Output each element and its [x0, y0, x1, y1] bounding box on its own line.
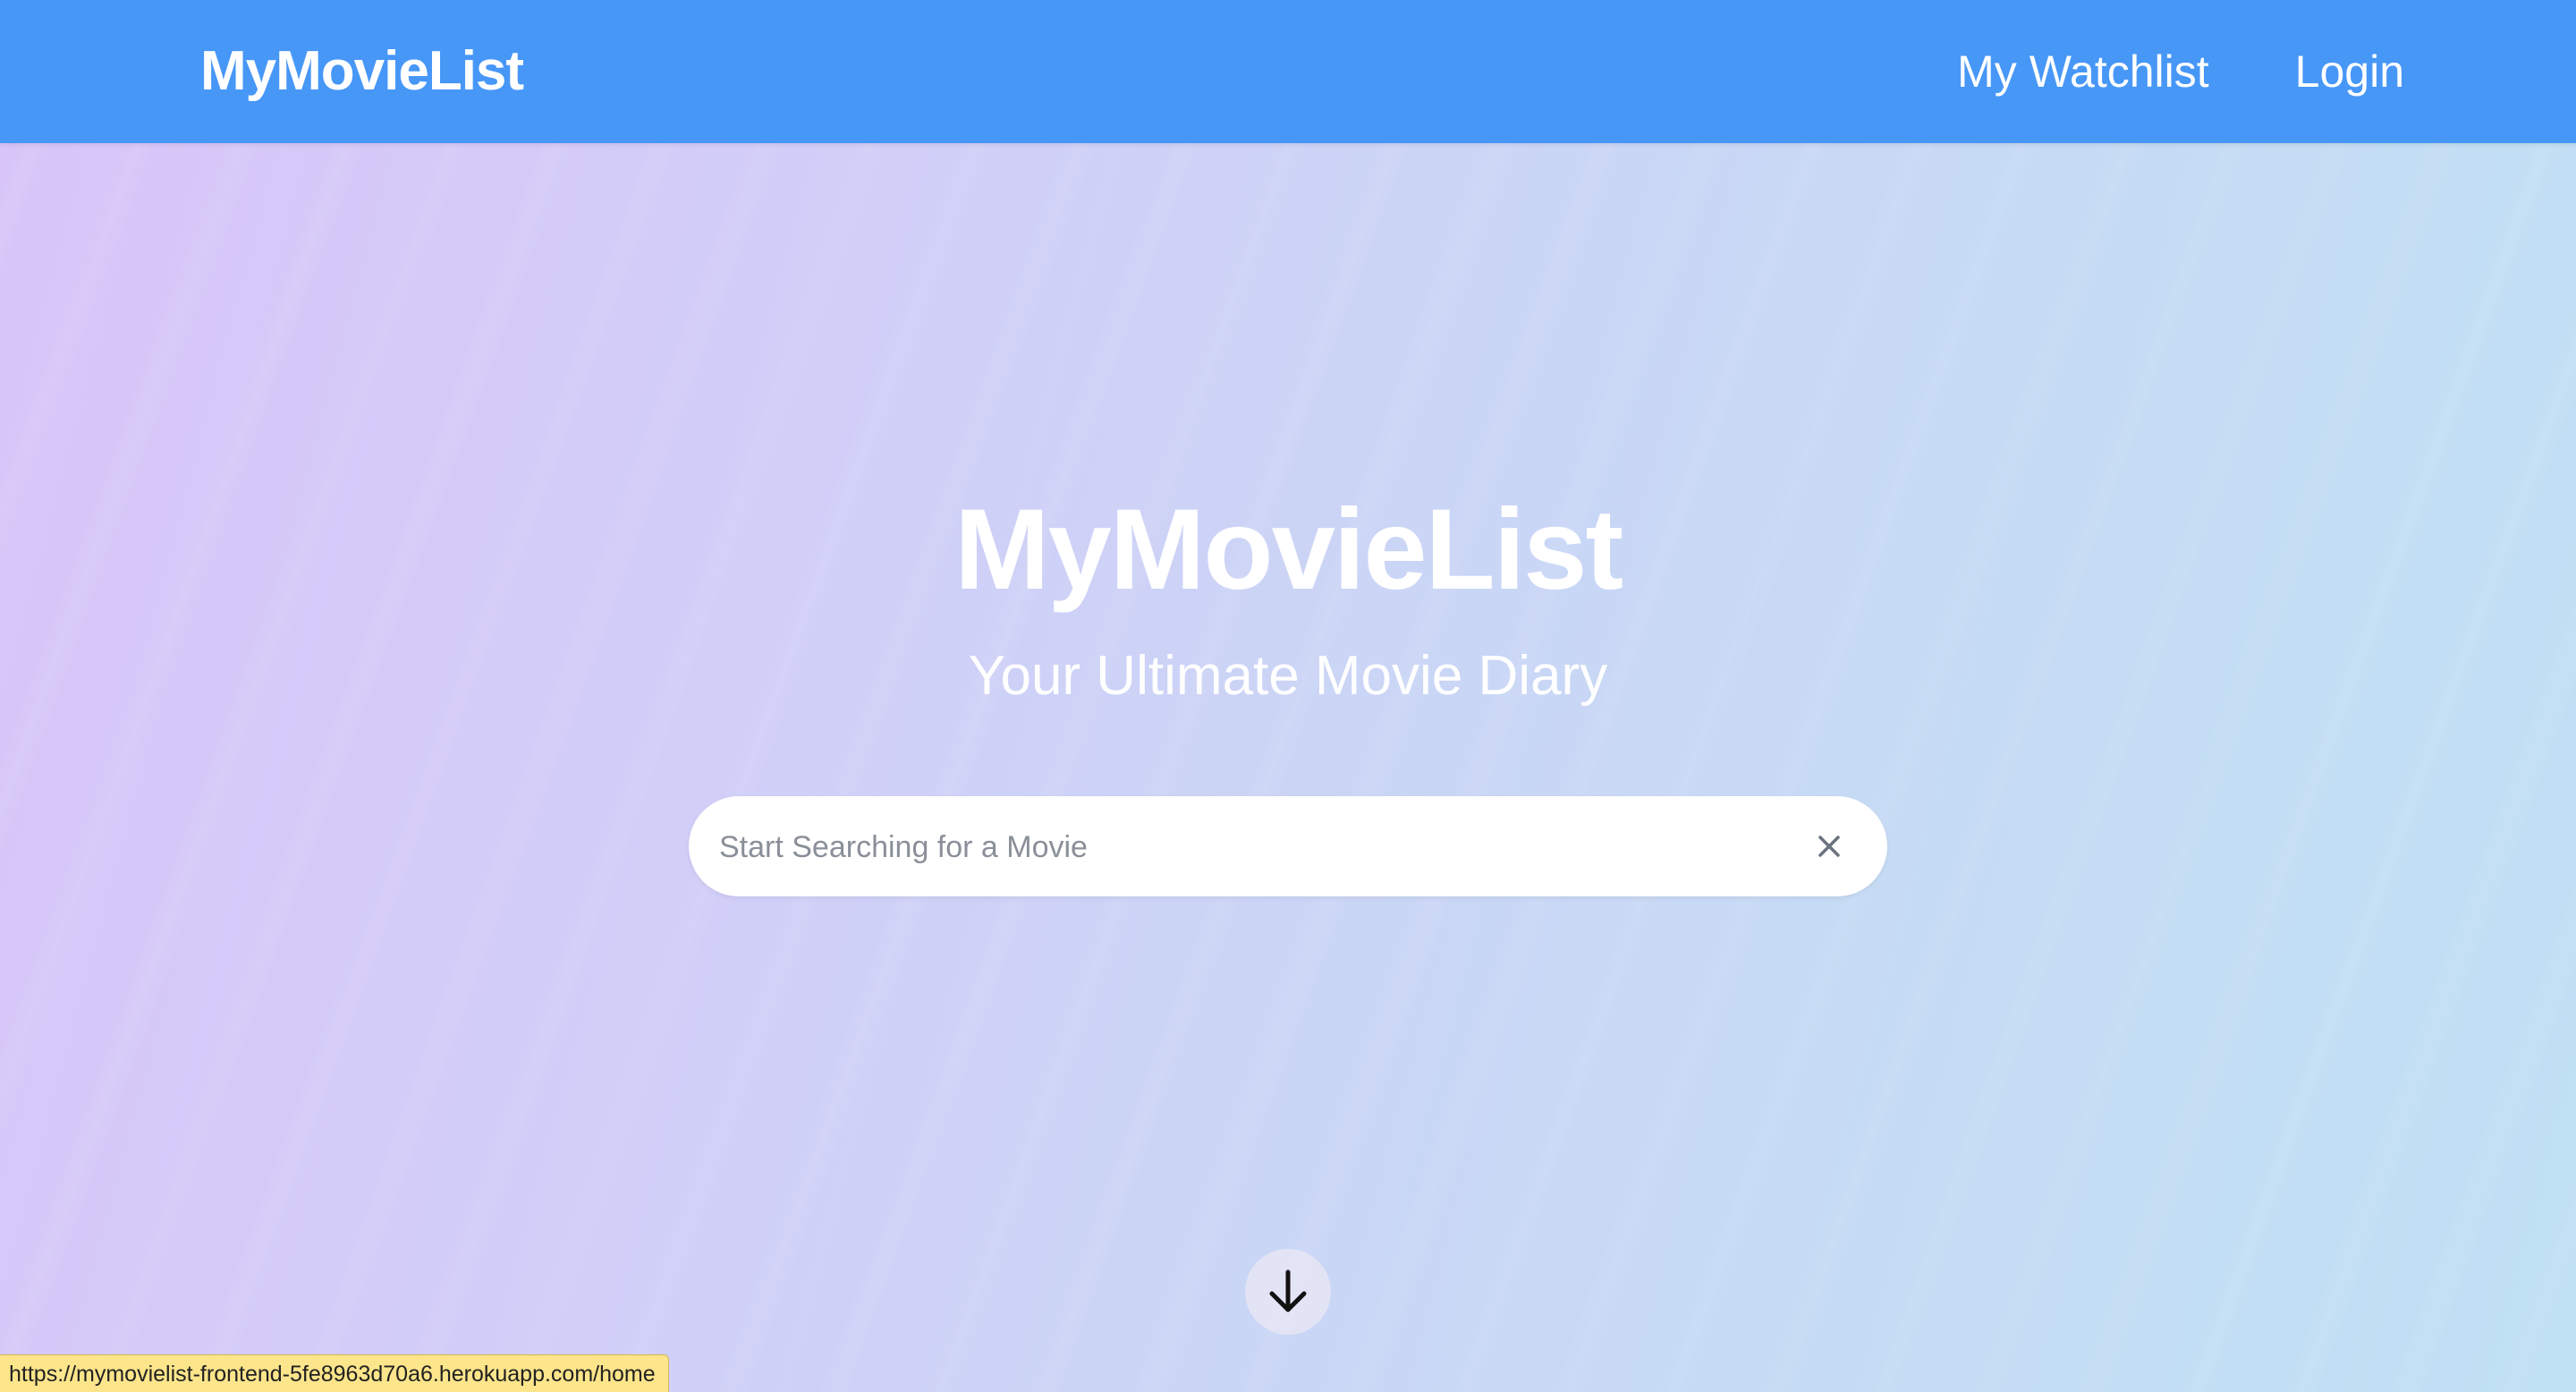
nav-link-my-watchlist[interactable]: My Watchlist: [1957, 46, 2209, 98]
page: MyMovieList My Watchlist Login MyMovieLi…: [0, 0, 2576, 1392]
brand-logo-link[interactable]: MyMovieList: [200, 0, 524, 143]
hero-title: MyMovieList: [953, 486, 1623, 614]
scroll-down-button[interactable]: [1245, 1249, 1331, 1335]
nav-links: My Watchlist Login: [1957, 0, 2404, 143]
navbar: MyMovieList My Watchlist Login: [0, 0, 2576, 143]
movie-search-bar: [689, 796, 1887, 898]
clear-search-button[interactable]: [1807, 824, 1852, 869]
nav-link-login[interactable]: Login: [2295, 46, 2404, 98]
hero-subtitle: Your Ultimate Movie Diary: [968, 645, 1608, 707]
close-icon: [1818, 836, 1840, 857]
status-bar-url: https://mymovielist-frontend-5fe8963d70a…: [0, 1354, 669, 1392]
arrow-down-icon: [1269, 1269, 1307, 1312]
movie-search-input[interactable]: [717, 796, 1776, 898]
